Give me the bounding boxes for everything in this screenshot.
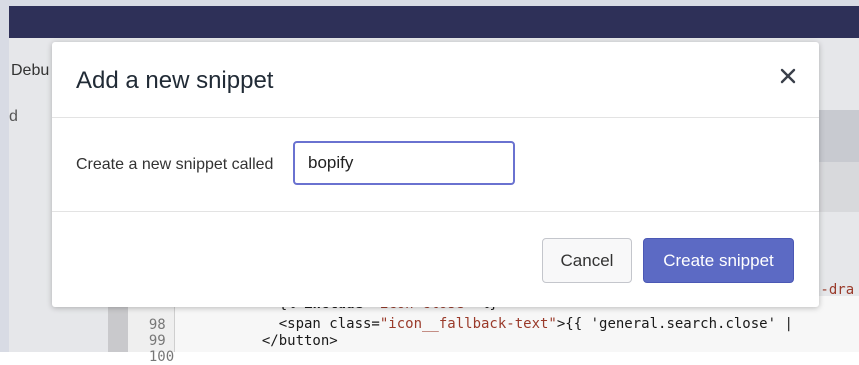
close-icon bbox=[780, 68, 796, 84]
create-snippet-button[interactable]: Create snippet bbox=[643, 238, 794, 283]
background-panel bbox=[816, 110, 859, 162]
background-tab-label: Debu bbox=[11, 62, 50, 79]
background-panel-lower bbox=[816, 162, 859, 212]
snippet-name-input[interactable] bbox=[293, 141, 515, 185]
cancel-button[interactable]: Cancel bbox=[542, 238, 632, 283]
code-line-text: <span class="icon__fallback-text">{{ 'ge… bbox=[245, 316, 793, 332]
add-snippet-dialog: Add a new snippet Create a new snippet c… bbox=[52, 42, 819, 307]
top-navigation-bar bbox=[0, 0, 859, 38]
dialog-header: Add a new snippet bbox=[52, 42, 819, 118]
line-number: 100 bbox=[148, 349, 175, 365]
code-line: 100 bbox=[132, 333, 174, 365]
close-button[interactable] bbox=[774, 62, 802, 90]
background-text: d bbox=[9, 108, 18, 125]
dialog-title: Add a new snippet bbox=[76, 67, 274, 94]
code-line-text: </button> bbox=[245, 333, 338, 349]
dialog-body: Create a new snippet called bbox=[52, 118, 819, 212]
window-edge bbox=[0, 0, 9, 352]
snippet-name-label: Create a new snippet called bbox=[76, 156, 274, 173]
